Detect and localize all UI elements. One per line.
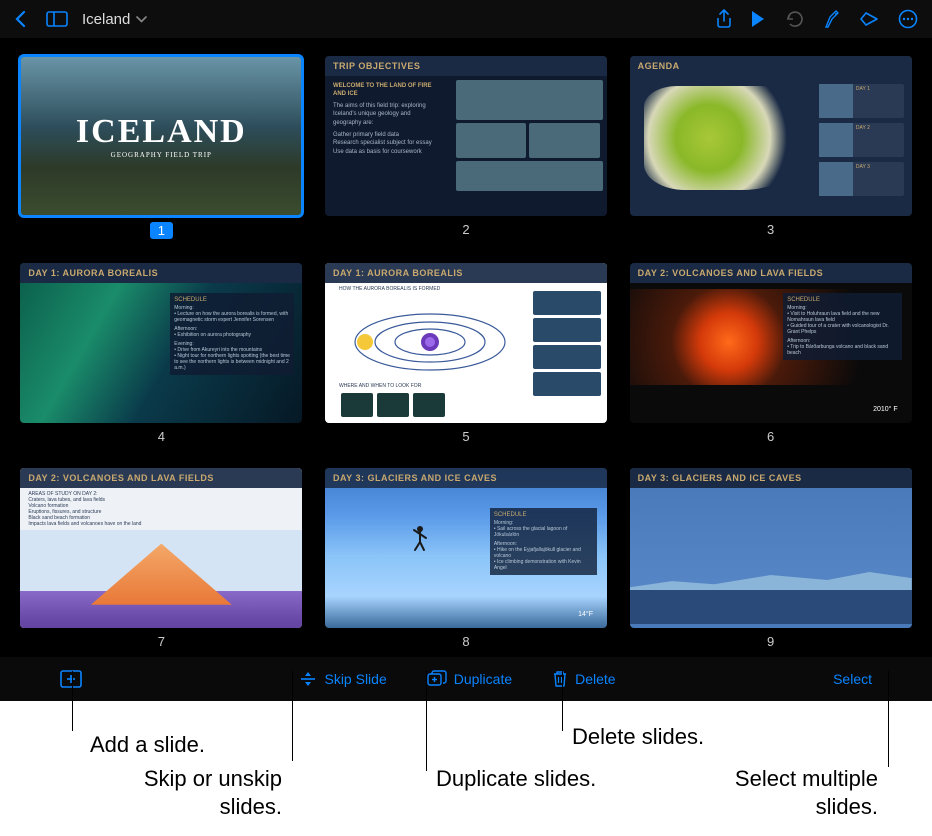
card-title: DAY 2: [856, 125, 870, 131]
select-button[interactable]: Select: [833, 671, 872, 687]
callout-delete: Delete slides.: [572, 723, 704, 751]
bullet: Impacts lava fields and volcanoes have o…: [28, 521, 294, 527]
panel-sub: SCHEDULE: [174, 297, 290, 303]
panel-text: Afternoon: • Exhibition on aurora photog…: [174, 326, 290, 338]
card-title: DAY 1: [856, 86, 870, 92]
callout-line-delete: [562, 671, 563, 731]
panel-text: Morning: • Lecture on how the aurora bor…: [174, 305, 290, 323]
slide-title: ICELAND: [76, 113, 247, 151]
callout-duplicate: Duplicate slides.: [436, 765, 596, 793]
undo-icon[interactable]: [784, 10, 804, 28]
slide-number: 3: [767, 222, 774, 237]
climber-icon: [410, 524, 430, 552]
callout-skip: Skip or unskip slides.: [102, 765, 282, 820]
format-brush-icon[interactable]: [822, 9, 840, 29]
skip-label: Skip Slide: [324, 671, 386, 687]
slide-8[interactable]: DAY 3: GLACIERS AND ICE CAVES SCHEDULE M…: [323, 468, 610, 649]
slide-header: DAY 1: AURORA BOREALIS: [20, 263, 302, 283]
slide-header: DAY 1: AURORA BOREALIS: [325, 263, 607, 283]
slide-2[interactable]: TRIP OBJECTIVES WELCOME TO THE LAND OF F…: [323, 56, 610, 239]
card-title: DAY 3: [856, 164, 870, 170]
play-icon[interactable]: [750, 10, 766, 28]
slide-header: AGENDA: [630, 56, 912, 76]
bullet: Research specialist subject for essay: [333, 139, 438, 147]
slide-grid: ICELAND GEOGRAPHY FIELD TRIP 1 TRIP OBJE…: [0, 38, 932, 657]
slide-number: 8: [462, 634, 469, 649]
duplicate-label: Duplicate: [454, 671, 512, 687]
keynote-app: Iceland: [0, 0, 932, 701]
callout-line-duplicate: [426, 671, 427, 771]
add-slide-icon: [60, 670, 82, 688]
topbar-left: Iceland: [14, 10, 147, 28]
bullet: Gather primary field data: [333, 131, 438, 139]
panel-text: Afternoon: • Trip to Bárðarbunga volcano…: [787, 338, 897, 356]
duplicate-icon: [427, 670, 447, 688]
slide-9[interactable]: DAY 3: GLACIERS AND ICE CAVES AREAS OF S…: [627, 468, 914, 649]
temp-label: 2010° F: [873, 406, 898, 413]
callout-line-skip: [292, 671, 293, 761]
panel-sub: SCHEDULE: [787, 297, 897, 303]
bullet: Use data as basis for coursework: [333, 148, 438, 156]
callout-line-select: [888, 671, 889, 767]
slide-number: 2: [462, 222, 469, 237]
slide-header: DAY 3: GLACIERS AND ICE CAVES: [630, 468, 912, 488]
trash-icon: [552, 670, 568, 688]
slide-number: 4: [158, 429, 165, 444]
slide-body: The aims of this field trip: exploring I…: [333, 102, 438, 127]
skip-slide-button[interactable]: Skip Slide: [299, 670, 386, 688]
panel-text: Evening: • Drive from Akureyri into the …: [174, 341, 290, 371]
callout-add: Add a slide.: [90, 731, 205, 759]
slide-header: DAY 2: VOLCANOES AND LAVA FIELDS: [630, 263, 912, 283]
slide-header: DAY 3: GLACIERS AND ICE CAVES: [325, 468, 607, 488]
slide-4[interactable]: DAY 1: AURORA BOREALIS SCHEDULE Morning:…: [18, 263, 305, 444]
slide-header: TRIP OBJECTIVES: [325, 56, 607, 76]
slide-number: 6: [767, 429, 774, 444]
bottombar: Skip Slide Duplicate Delete Select: [0, 657, 932, 701]
slide-lead: WELCOME TO THE LAND OF FIRE AND ICE: [333, 82, 438, 99]
callout-select: Select multiple slides.: [698, 765, 878, 820]
slide-number: 1: [150, 222, 173, 239]
panel-text: Morning: • Visit to Holuhraun lava field…: [787, 305, 897, 335]
topbar-right: [716, 9, 918, 29]
slide-3[interactable]: AGENDA DAY 1 DAY 2 DAY 3 3: [627, 56, 914, 239]
slide-number: 9: [767, 634, 774, 649]
slide-7[interactable]: DAY 2: VOLCANOES AND LAVA FIELDS AREAS O…: [18, 468, 305, 649]
temp-label: 14°F: [578, 611, 593, 618]
animate-icon[interactable]: [858, 10, 880, 28]
back-icon[interactable]: [14, 10, 28, 28]
document-title[interactable]: Iceland: [82, 11, 147, 28]
slide-sub2: WHERE AND WHEN TO LOOK FOR: [339, 383, 421, 389]
slide-5[interactable]: DAY 1: AURORA BOREALIS HOW THE AURORA BO…: [323, 263, 610, 444]
callout-line-add: [72, 671, 73, 731]
duplicate-button[interactable]: Duplicate: [427, 670, 512, 688]
slide-header: DAY 2: VOLCANOES AND LAVA FIELDS: [20, 468, 302, 488]
panel-text: Afternoon: • Hike on the Eyjafjallajökul…: [494, 541, 593, 571]
slide-number: 5: [462, 429, 469, 444]
skip-slide-icon: [299, 670, 317, 688]
slide-1[interactable]: ICELAND GEOGRAPHY FIELD TRIP 1: [18, 56, 305, 239]
select-label: Select: [833, 671, 872, 687]
panel-sub: SCHEDULE: [494, 512, 593, 518]
slide-number: 7: [158, 634, 165, 649]
topbar: Iceland: [0, 0, 932, 38]
document-title-text: Iceland: [82, 11, 130, 28]
panel-text: Morning: • Sail across the glacial lagoo…: [494, 520, 593, 538]
chevron-down-icon: [136, 16, 147, 23]
share-icon[interactable]: [716, 9, 732, 29]
delete-label: Delete: [575, 671, 615, 687]
slide-subtitle: GEOGRAPHY FIELD TRIP: [76, 151, 247, 159]
more-icon[interactable]: [898, 9, 918, 29]
slide-6[interactable]: DAY 2: VOLCANOES AND LAVA FIELDS SCHEDUL…: [627, 263, 914, 444]
add-slide-button[interactable]: [60, 670, 82, 688]
sidebar-toggle-icon[interactable]: [46, 11, 68, 27]
